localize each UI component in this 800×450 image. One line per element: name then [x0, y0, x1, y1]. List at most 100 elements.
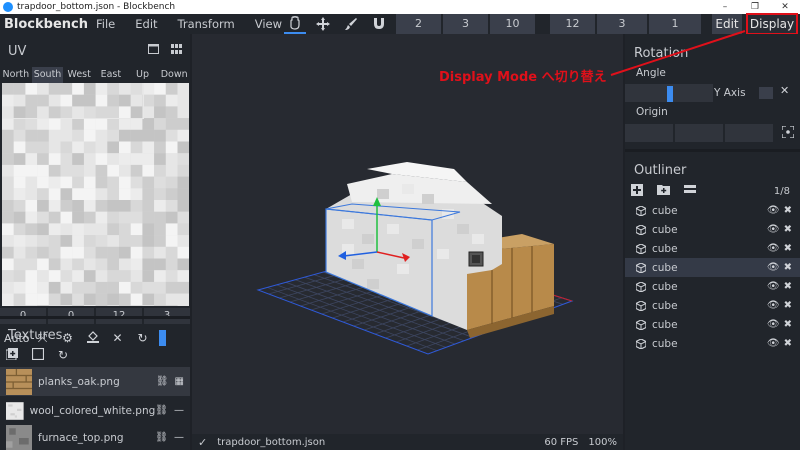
pos-z-input[interactable]: 1 [649, 14, 701, 34]
check-icon: ✓ [198, 435, 208, 449]
grid-view-icon[interactable] [171, 44, 182, 57]
collapse-all-icon[interactable] [684, 184, 696, 199]
link-icon[interactable]: ⛓ [155, 405, 168, 416]
checker-icon[interactable]: ▦ [175, 376, 184, 387]
uv-pixel [165, 211, 178, 224]
menu-file[interactable]: File [86, 17, 125, 31]
display-mode-button[interactable]: Display [746, 13, 798, 35]
outliner-item[interactable]: cube 👁 ✖ [625, 239, 800, 258]
uv-pixel [95, 129, 108, 142]
face-tab-up[interactable]: Up [127, 67, 159, 83]
rescale-checkbox[interactable] [759, 87, 773, 99]
import-texture-icon[interactable] [5, 348, 18, 363]
maximize-button[interactable]: ❐ [740, 0, 770, 14]
lock-toggle-icon[interactable]: ✖ [784, 243, 792, 254]
wool-pixel [367, 279, 379, 289]
size-y-input[interactable]: 3 [443, 14, 488, 34]
face-tab-south[interactable]: South [31, 67, 64, 83]
lock-toggle-icon[interactable]: ✖ [784, 262, 792, 273]
axis-select[interactable]: Y Axis [714, 84, 746, 102]
uv-pixel [13, 164, 26, 177]
outliner-item[interactable]: cube 👁 ✖ [625, 277, 800, 296]
menu-edit[interactable]: Edit [125, 17, 167, 31]
link-icon[interactable]: ⛓ [156, 376, 169, 387]
menu-transform[interactable]: Transform [168, 17, 245, 31]
face-tab-down[interactable]: Down [158, 67, 190, 83]
furnace-top-thumbnail [6, 424, 32, 450]
pos-y-input[interactable]: 3 [597, 14, 647, 34]
texture-item[interactable]: wool_colored_white.png ⛓ — [0, 396, 190, 425]
eye-icon[interactable]: 👁 [767, 338, 780, 349]
magnet-icon[interactable] [368, 14, 390, 34]
eye-icon[interactable]: 👁 [767, 300, 780, 311]
uv-rotation-slider[interactable] [159, 330, 166, 346]
link-icon[interactable]: ⛓ [155, 432, 168, 443]
3d-viewport[interactable] [192, 34, 623, 434]
lock-toggle-icon[interactable]: ✖ [784, 338, 792, 349]
eye-icon[interactable]: 👁 [767, 243, 780, 254]
lock-toggle-icon[interactable]: ✖ [784, 224, 792, 235]
lock-toggle-icon[interactable]: ✖ [784, 205, 792, 216]
lock-toggle-icon[interactable]: ✖ [784, 319, 792, 330]
uv-pixel [83, 223, 96, 236]
origin-x-input[interactable] [625, 124, 673, 142]
uv-pixel [177, 200, 189, 212]
add-cube-icon[interactable] [631, 184, 643, 199]
outliner-item[interactable]: cube 👁 ✖ [625, 220, 800, 239]
uv-pixel [142, 164, 155, 177]
angle-slider-handle[interactable] [667, 86, 673, 102]
face-tab-east[interactable]: East [95, 67, 127, 83]
maximize-uv-icon[interactable] [148, 44, 159, 57]
uv-pixel [142, 281, 155, 294]
add-group-icon[interactable] [657, 184, 670, 199]
rotate-uv-icon[interactable]: ↻ [130, 331, 155, 345]
origin-z-input[interactable] [725, 124, 773, 142]
face-tab-north[interactable]: North [0, 67, 32, 83]
outliner-item-name: cube [652, 204, 678, 217]
dash-icon[interactable]: — [174, 405, 184, 416]
pos-x-input[interactable]: 12 [550, 14, 595, 34]
eye-icon[interactable]: 👁 [767, 262, 780, 273]
reload-textures-icon[interactable]: ↻ [58, 348, 68, 363]
uv-pixel [142, 118, 155, 130]
size-z-input[interactable]: 10 [490, 14, 535, 34]
uv-pixel [95, 153, 108, 165]
outliner-item[interactable]: cube 👁 ✖ [625, 315, 800, 334]
tool-group [284, 14, 390, 34]
uv-selection-box[interactable] [2, 83, 144, 119]
size-x-input[interactable]: 2 [396, 14, 441, 34]
model-scene[interactable] [192, 34, 623, 434]
uv-pixel [142, 235, 155, 247]
eye-icon[interactable]: 👁 [767, 224, 780, 235]
origin-y-input[interactable] [675, 124, 723, 142]
menubar: Blockbench File Edit Transform View 2 3 … [0, 13, 800, 35]
close-window-button[interactable]: ✕ [770, 0, 800, 14]
texture-item[interactable]: furnace_top.png ⛓ — [0, 424, 190, 450]
dash-icon[interactable]: — [174, 432, 184, 443]
lock-toggle-icon[interactable]: ✖ [784, 300, 792, 311]
edit-mode-button[interactable]: Edit [712, 14, 742, 34]
brush-icon[interactable] [340, 14, 362, 34]
face-tab-west[interactable]: West [63, 67, 95, 83]
eye-icon[interactable]: 👁 [767, 205, 780, 216]
uv-pixel [130, 270, 143, 282]
uv-pixel [13, 176, 26, 189]
outliner-item[interactable]: cube 👁 ✖ [625, 258, 800, 277]
furnace-opening [472, 255, 480, 263]
outliner-item[interactable]: cube 👁 ✖ [625, 201, 800, 220]
minimize-button[interactable]: – [710, 0, 740, 14]
origin-to-center-icon[interactable] [781, 125, 795, 141]
clear-uv-icon[interactable]: ✕ [105, 331, 130, 345]
lock-toggle-icon[interactable]: ✖ [784, 281, 792, 292]
eye-icon[interactable]: 👁 [767, 281, 780, 292]
uv-pixel [119, 211, 131, 224]
new-texture-icon[interactable] [31, 347, 45, 363]
outliner-item[interactable]: cube 👁 ✖ [625, 334, 800, 353]
move-hand-icon[interactable] [284, 14, 306, 34]
move-arrows-icon[interactable] [312, 14, 334, 34]
eye-icon[interactable]: 👁 [767, 319, 780, 330]
outliner-item[interactable]: cube 👁 ✖ [625, 296, 800, 315]
texture-item[interactable]: planks_oak.png ⛓ ▦ [0, 367, 190, 396]
reset-rotation-icon[interactable]: ✕ [780, 84, 789, 97]
paint-bucket-icon[interactable] [80, 330, 105, 346]
